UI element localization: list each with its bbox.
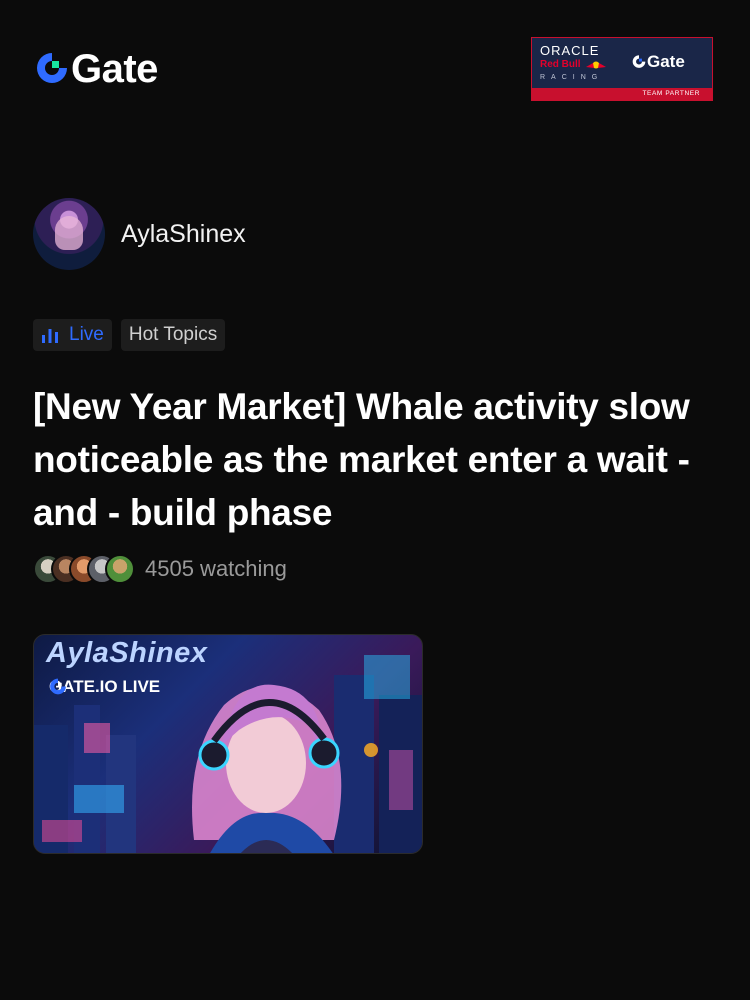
partner-line-redbull: Red Bull	[540, 59, 581, 70]
team-partner-label: TEAM PARTNER	[532, 88, 712, 100]
post-title[interactable]: [New Year Market] Whale activity slow no…	[33, 380, 723, 539]
gate-logo[interactable]: Gate	[36, 49, 158, 89]
gate-logo-icon	[37, 53, 67, 83]
stream-cover-image[interactable]: AylaShinex GATE.IO LIVE	[33, 634, 423, 854]
oracle-red-bull-racing-logo: ORACLE Red Bull RACING	[540, 44, 626, 86]
brand-name: Gate	[71, 47, 158, 91]
gate-logo-icon	[50, 678, 66, 695]
bar-chart-icon	[42, 329, 58, 343]
cover-streamer-name: AylaShinex	[46, 637, 208, 669]
partner-line-racing: RACING	[540, 74, 604, 81]
watchers: 4505 watching	[33, 554, 287, 584]
watching-count: 4505 watching	[145, 556, 287, 581]
host-profile[interactable]: AylaShinex	[33, 198, 246, 270]
live-tag[interactable]: Live	[33, 319, 112, 351]
team-partner-banner[interactable]: ORACLE Red Bull RACING Gate TEAM PARTNER	[531, 37, 713, 101]
watcher-avatar	[105, 554, 135, 584]
live-label: Live	[69, 324, 104, 345]
header: Gate ORACLE Red Bull RACING Gate TEAM PA…	[0, 0, 750, 110]
gate-logo-icon	[632, 55, 646, 68]
hot-topics-tag[interactable]: Hot Topics	[120, 319, 226, 351]
tag-list: Live Hot Topics	[33, 319, 234, 351]
red-bull-icon	[585, 61, 606, 69]
watcher-avatars	[33, 554, 135, 584]
hot-topics-label: Hot Topics	[128, 324, 218, 345]
host-name[interactable]: AylaShinex	[121, 220, 246, 249]
avatar[interactable]	[33, 198, 105, 270]
partner-line-oracle: ORACLE	[540, 43, 600, 58]
partner-gate-name: Gate	[647, 52, 685, 71]
cover-live-badge: GATE.IO LIVE	[49, 677, 160, 697]
